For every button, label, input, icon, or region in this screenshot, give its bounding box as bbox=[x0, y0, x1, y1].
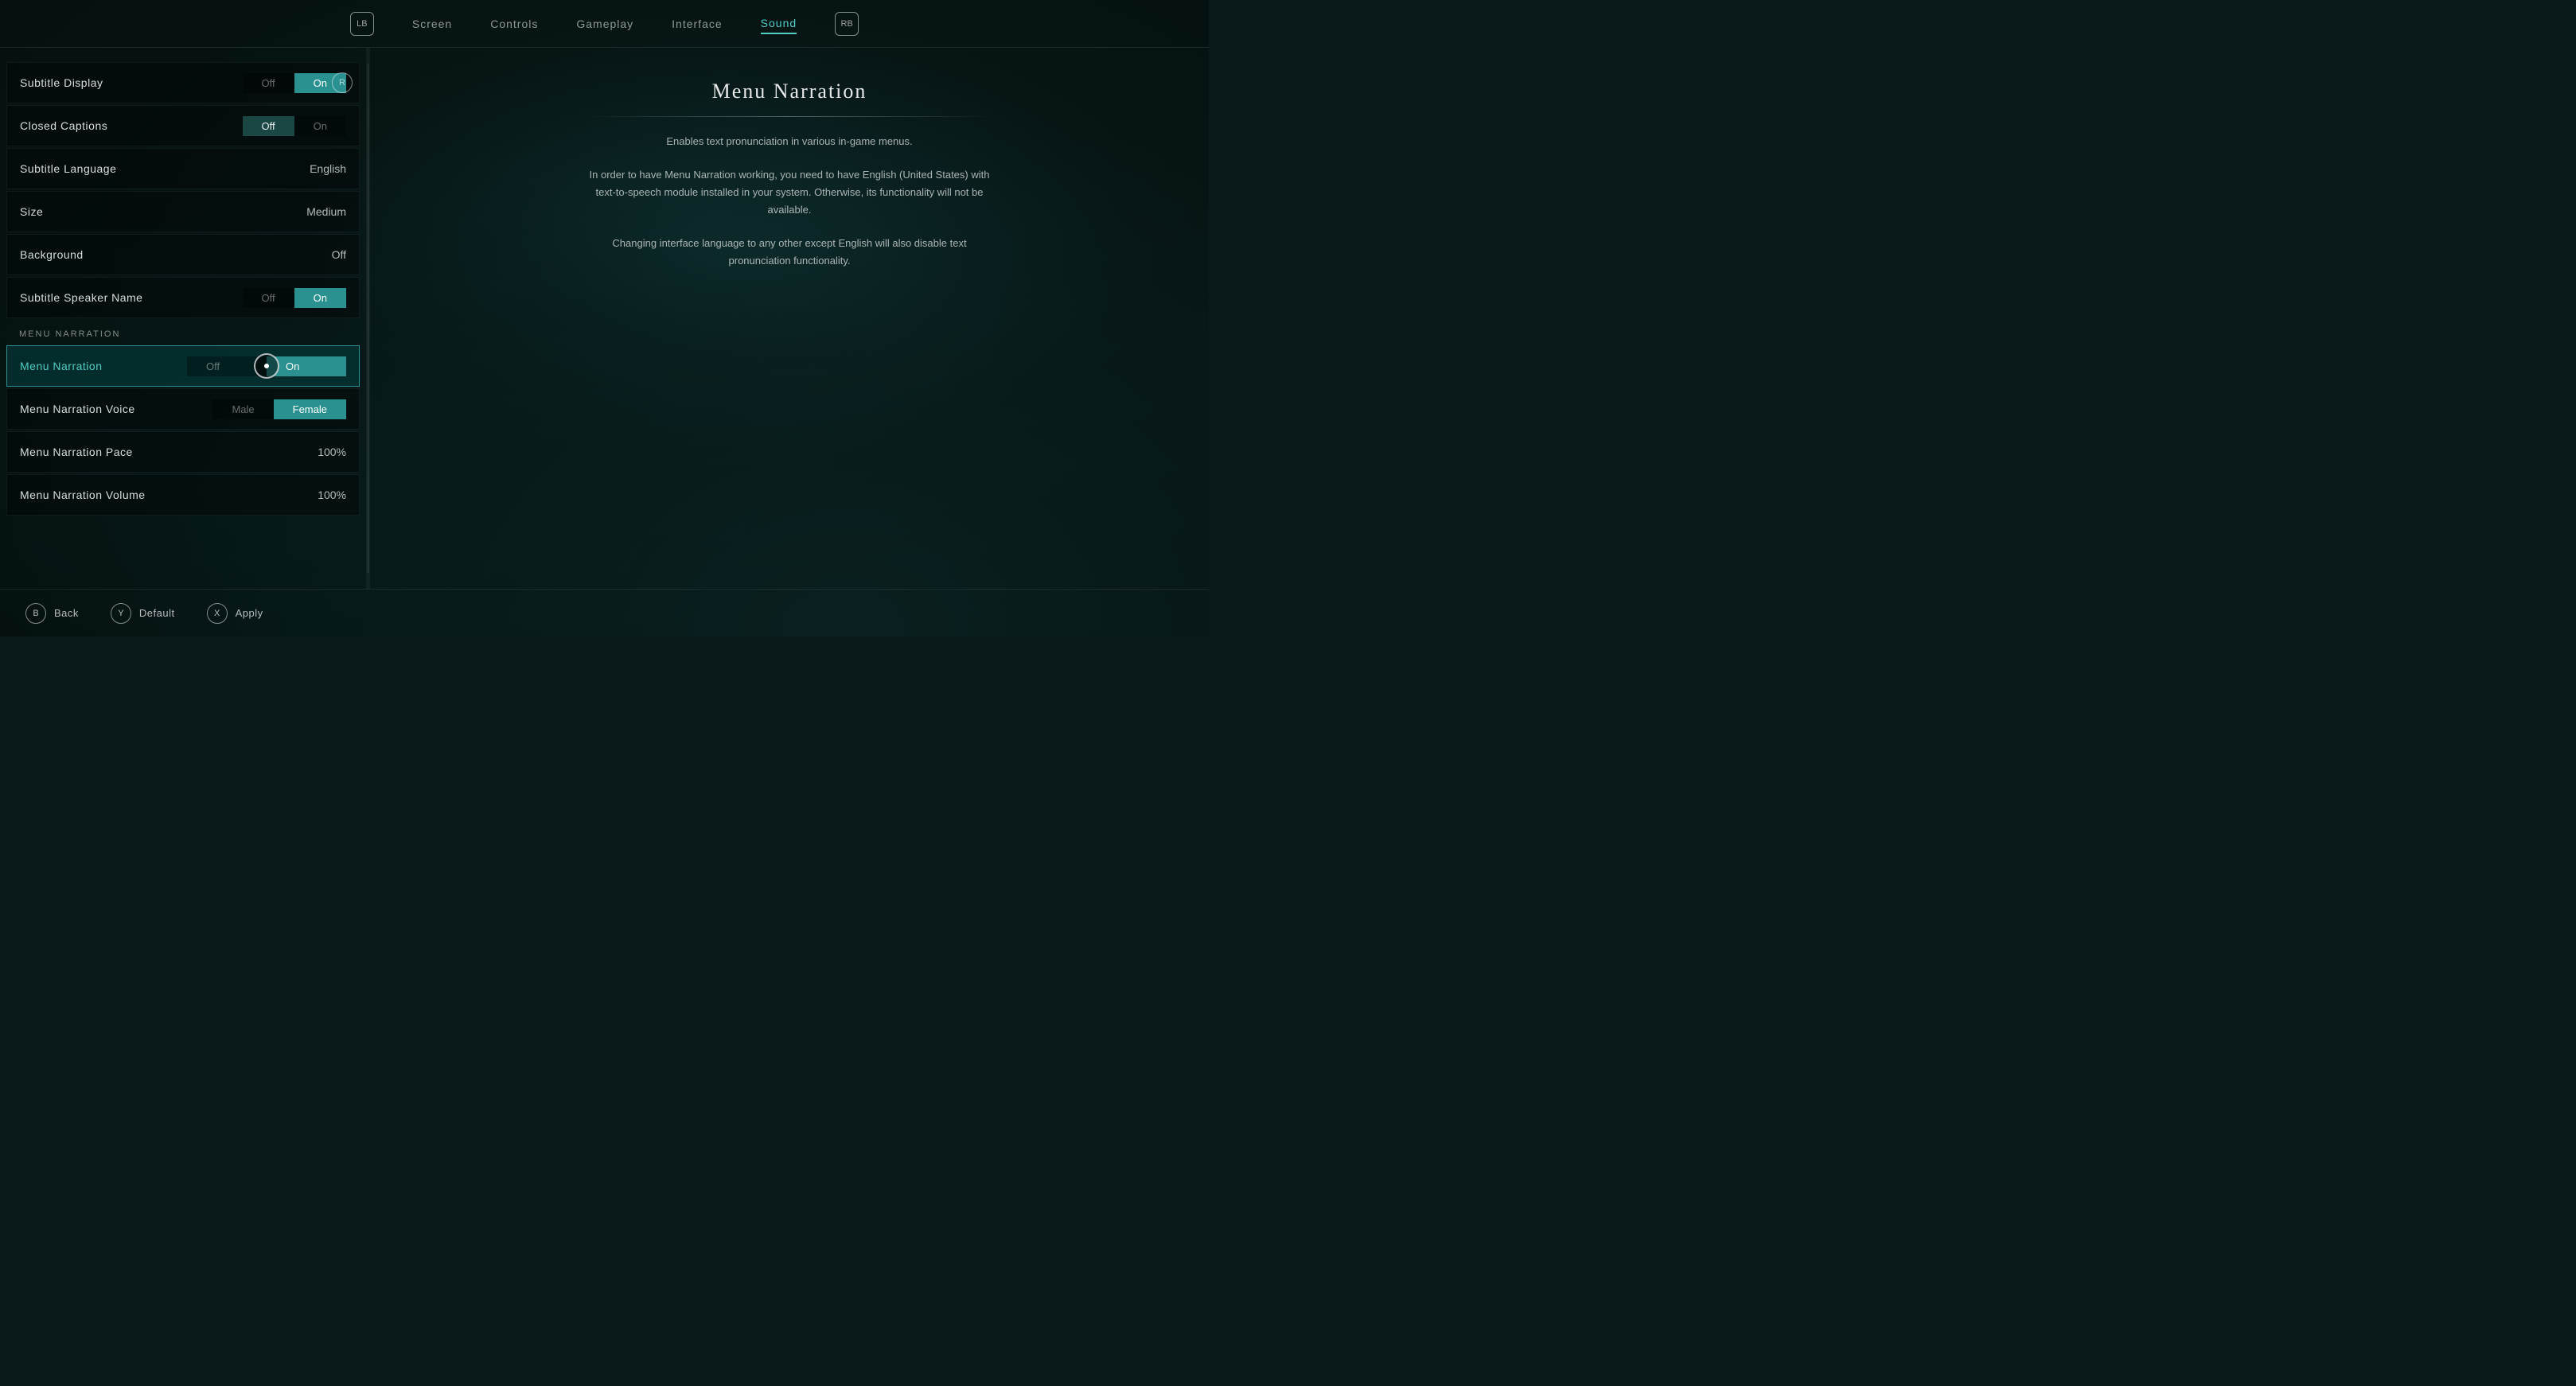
apply-button-circle[interactable]: X bbox=[207, 603, 228, 624]
back-label: Back bbox=[54, 607, 79, 619]
apply-label: Apply bbox=[236, 607, 263, 619]
menu-narration-voice-toggle[interactable]: Male Female bbox=[212, 399, 346, 419]
menu-narration-male[interactable]: Male bbox=[212, 399, 273, 419]
subtitle-speaker-row[interactable]: Subtitle Speaker Name Off On bbox=[6, 277, 360, 318]
menu-narration-row[interactable]: Menu Narration Off On bbox=[6, 345, 360, 387]
apply-action[interactable]: X Apply bbox=[207, 603, 263, 624]
subtitle-language-row[interactable]: Subtitle Language English bbox=[6, 148, 360, 189]
toggle-circle-indicator bbox=[254, 353, 279, 379]
background-row[interactable]: Background Off bbox=[6, 234, 360, 275]
default-label: Default bbox=[139, 607, 175, 619]
menu-narration-female[interactable]: Female bbox=[274, 399, 346, 419]
info-divider bbox=[583, 116, 996, 117]
background-value: Off bbox=[332, 248, 346, 261]
menu-narration-pace-row[interactable]: Menu Narration Pace 100% bbox=[6, 431, 360, 473]
info-description-1: Enables text pronunciation in various in… bbox=[583, 133, 996, 150]
main-container: Subtitle Display Off On R Closed Caption… bbox=[0, 48, 1209, 589]
menu-narration-volume-row[interactable]: Menu Narration Volume 100% bbox=[6, 474, 360, 516]
subtitle-display-toggle[interactable]: Off On bbox=[243, 73, 346, 93]
info-panel: Menu Narration Enables text pronunciatio… bbox=[370, 48, 1209, 589]
circle-dot bbox=[264, 364, 269, 368]
subtitle-language-value: English bbox=[310, 162, 346, 175]
tab-gameplay[interactable]: Gameplay bbox=[576, 14, 633, 33]
menu-narration-label: Menu Narration bbox=[20, 360, 187, 372]
closed-captions-on[interactable]: On bbox=[294, 116, 346, 136]
menu-narration-pace-value: 100% bbox=[318, 446, 346, 458]
size-label: Size bbox=[20, 205, 306, 218]
closed-captions-off[interactable]: Off bbox=[243, 116, 294, 136]
subtitle-speaker-on[interactable]: On bbox=[294, 288, 346, 308]
menu-narration-voice-label: Menu Narration Voice bbox=[20, 403, 212, 415]
closed-captions-toggle[interactable]: Off On bbox=[243, 116, 346, 136]
size-row[interactable]: Size Medium bbox=[6, 191, 360, 232]
subtitle-display-off[interactable]: Off bbox=[243, 73, 294, 93]
subtitle-display-row[interactable]: Subtitle Display Off On R bbox=[6, 62, 360, 103]
subtitle-language-label: Subtitle Language bbox=[20, 162, 310, 175]
menu-narration-volume-label: Menu Narration Volume bbox=[20, 489, 318, 501]
subtitle-display-label: Subtitle Display bbox=[20, 76, 243, 89]
info-title: Menu Narration bbox=[583, 80, 996, 103]
closed-captions-row[interactable]: Closed Captions Off On bbox=[6, 105, 360, 146]
background-label: Background bbox=[20, 248, 332, 261]
default-action[interactable]: Y Default bbox=[111, 603, 175, 624]
closed-captions-label: Closed Captions bbox=[20, 119, 243, 132]
tab-controls[interactable]: Controls bbox=[490, 14, 538, 33]
bottom-bar: B Back Y Default X Apply bbox=[0, 589, 1209, 637]
subtitle-speaker-off[interactable]: Off bbox=[243, 288, 294, 308]
top-navigation: LB Screen Controls Gameplay Interface So… bbox=[0, 0, 1209, 48]
tab-sound[interactable]: Sound bbox=[761, 14, 797, 34]
info-card: Menu Narration Enables text pronunciatio… bbox=[583, 80, 996, 286]
info-description-3: Changing interface language to any other… bbox=[583, 235, 996, 270]
r-button-indicator: R bbox=[332, 72, 353, 93]
menu-narration-pace-label: Menu Narration Pace bbox=[20, 446, 318, 458]
settings-panel: Subtitle Display Off On R Closed Caption… bbox=[0, 48, 366, 589]
lb-button[interactable]: LB bbox=[350, 12, 374, 36]
back-action[interactable]: B Back bbox=[25, 603, 79, 624]
subtitle-speaker-label: Subtitle Speaker Name bbox=[20, 291, 243, 304]
menu-narration-volume-value: 100% bbox=[318, 489, 346, 501]
tab-screen[interactable]: Screen bbox=[412, 14, 452, 33]
default-button-circle[interactable]: Y bbox=[111, 603, 131, 624]
section-menu-narration: MENU NARRATION bbox=[0, 320, 366, 344]
tab-interface[interactable]: Interface bbox=[672, 14, 722, 33]
back-button-circle[interactable]: B bbox=[25, 603, 46, 624]
size-value: Medium bbox=[306, 205, 346, 218]
rb-button[interactable]: RB bbox=[835, 12, 859, 36]
menu-narration-toggle-container[interactable]: Off On bbox=[187, 356, 346, 376]
info-description-2: In order to have Menu Narration working,… bbox=[583, 166, 996, 219]
subtitle-speaker-toggle[interactable]: Off On bbox=[243, 288, 346, 308]
panel-separator bbox=[366, 48, 370, 589]
menu-narration-voice-row[interactable]: Menu Narration Voice Male Female bbox=[6, 388, 360, 430]
